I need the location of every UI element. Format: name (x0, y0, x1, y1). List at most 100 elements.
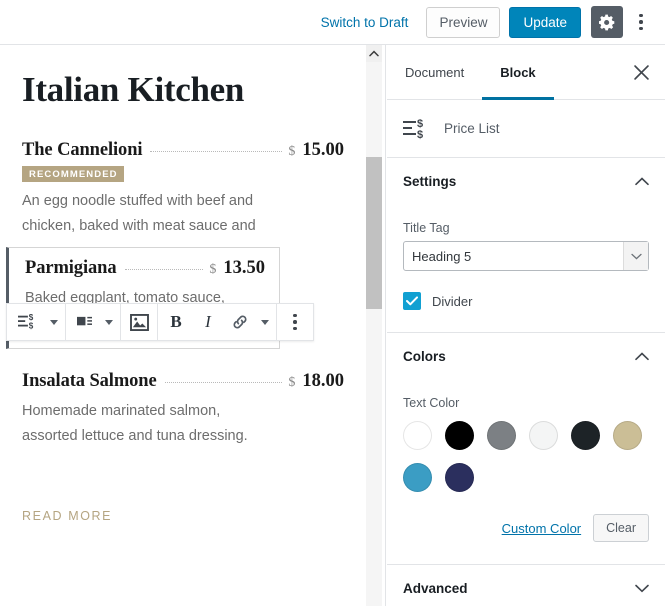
settings-sidebar: Document Block $ $ Price List Settings T… (387, 45, 665, 606)
more-vertical-icon (639, 13, 643, 18)
block-alignment-button[interactable] (68, 304, 100, 340)
svg-text:$: $ (29, 321, 34, 330)
color-swatch-off-white[interactable] (529, 421, 558, 450)
block-type-group: $ $ (7, 304, 66, 340)
item-price[interactable]: 15.00 (302, 140, 344, 161)
page-title[interactable]: Italian Kitchen (22, 70, 344, 110)
scroll-up-button[interactable] (366, 45, 382, 62)
advanced-panel-header[interactable]: Advanced (387, 565, 665, 606)
item-currency: $ (288, 375, 296, 390)
color-swatch-white[interactable] (403, 421, 432, 450)
color-swatch-navy[interactable] (445, 463, 474, 492)
italic-button[interactable]: I (192, 304, 224, 340)
settings-panel-body: Title Tag Heading 5 Divider (387, 205, 665, 333)
link-button[interactable] (224, 304, 256, 340)
more-vertical-icon (639, 26, 643, 31)
color-swatch-tan[interactable] (613, 421, 642, 450)
post-content: Italian Kitchen The Cannelioni $ 15.00 R… (0, 45, 366, 523)
color-swatch-black[interactable] (445, 421, 474, 450)
settings-panel-title: Settings (403, 174, 457, 189)
chevron-down-icon (105, 319, 113, 325)
align-left-icon (76, 316, 92, 325)
item-currency: $ (209, 262, 217, 278)
divider-checkbox[interactable] (403, 292, 421, 310)
color-swatch-cyan-blue[interactable] (403, 463, 432, 492)
title-tag-select[interactable]: Heading 5 (403, 241, 649, 271)
close-sidebar-button[interactable] (617, 45, 665, 99)
block-formatting-toolbar: $ $ B I (6, 303, 314, 341)
block-alignment-dropdown-button[interactable] (100, 304, 118, 340)
more-vertical-icon (293, 313, 297, 331)
read-more-link[interactable]: READ MORE (22, 509, 344, 523)
check-icon (406, 296, 418, 306)
price-list-item[interactable]: The Cannelioni $ 15.00 RECOMMENDED An eg… (22, 140, 344, 239)
editor-header-toolbar: Switch to Draft Preview Update (0, 0, 665, 45)
more-vertical-icon (639, 20, 643, 24)
scrollbar-thumb[interactable] (366, 157, 382, 309)
chevron-down-icon (261, 319, 269, 325)
block-options-button[interactable] (279, 304, 311, 340)
color-actions: Custom Color Clear (403, 514, 649, 542)
close-icon (633, 64, 649, 80)
selected-block-card: $ $ Price List (387, 100, 665, 158)
switch-to-draft-button[interactable]: Switch to Draft (321, 15, 409, 30)
item-description[interactable]: An egg noodle stuffed with beef and chic… (22, 189, 277, 239)
price-list-item[interactable]: Insalata Salmone $ 18.00 Homemade marina… (22, 371, 344, 449)
block-options-group (277, 304, 313, 340)
chevron-up-icon (369, 50, 379, 57)
text-color-swatches (403, 421, 649, 492)
update-button[interactable]: Update (509, 6, 581, 38)
item-name[interactable]: Insalata Salmone (22, 371, 157, 392)
leader-line (124, 269, 204, 271)
chevron-down-icon (635, 584, 649, 592)
content-scrollbar[interactable] (366, 45, 382, 606)
settings-panel-header[interactable]: Settings (387, 158, 665, 205)
item-price[interactable]: 18.00 (302, 371, 344, 392)
text-color-label: Text Color (403, 396, 460, 410)
price-list-icon: $ $ (403, 118, 423, 140)
block-type-dropdown-button[interactable] (45, 304, 63, 340)
chevron-up-icon (635, 177, 649, 186)
link-icon (233, 315, 247, 329)
color-swatch-gray[interactable] (487, 421, 516, 450)
item-description[interactable]: Homemade marinated salmon, assorted lett… (22, 399, 277, 449)
gear-icon (598, 14, 614, 30)
editor-window: Switch to Draft Preview Update Italian K… (0, 0, 665, 606)
preview-button[interactable]: Preview (426, 6, 501, 38)
svg-text:$: $ (417, 129, 423, 140)
insert-image-button[interactable] (123, 304, 155, 340)
bold-button[interactable]: B (160, 304, 192, 340)
tab-document[interactable]: Document (387, 45, 482, 99)
more-options-button[interactable] (627, 6, 655, 38)
price-list-item-row: Insalata Salmone $ 18.00 (22, 371, 344, 392)
colors-panel-body: Text Color Custom Color Clear (387, 380, 665, 565)
status-badge: RECOMMENDED (22, 166, 124, 183)
item-name[interactable]: The Cannelioni (22, 140, 143, 161)
colors-panel-title: Colors (403, 349, 446, 364)
colors-panel-header[interactable]: Colors (387, 333, 665, 380)
more-rich-text-button[interactable] (256, 304, 274, 340)
leader-line (164, 382, 283, 383)
color-swatch-charcoal[interactable] (571, 421, 600, 450)
settings-gear-button[interactable] (591, 6, 623, 38)
divider-toggle-row: Divider (403, 292, 649, 310)
price-list-block-type-button[interactable]: $ $ (9, 304, 45, 340)
item-currency: $ (288, 144, 296, 160)
sidebar-tabs: Document Block (387, 45, 665, 100)
price-list-item-row: The Cannelioni $ 15.00 (22, 140, 344, 161)
rich-text-group: B I (158, 304, 277, 340)
chevron-up-icon (635, 352, 649, 361)
image-group (121, 304, 158, 340)
item-price[interactable]: 13.50 (223, 258, 265, 279)
title-tag-label: Title Tag (403, 221, 450, 235)
custom-color-link[interactable]: Custom Color (502, 521, 581, 536)
image-icon (129, 313, 149, 331)
block-alignment-group (66, 304, 121, 340)
advanced-panel-title: Advanced (403, 580, 468, 596)
price-list-block-icon: $ $ (18, 313, 34, 330)
item-name[interactable]: Parmigiana (25, 258, 117, 279)
tab-block[interactable]: Block (482, 45, 555, 100)
clear-color-button[interactable]: Clear (593, 514, 649, 542)
divider-label: Divider (432, 293, 473, 309)
price-list-item-row: Parmigiana $ 13.50 (25, 258, 265, 279)
